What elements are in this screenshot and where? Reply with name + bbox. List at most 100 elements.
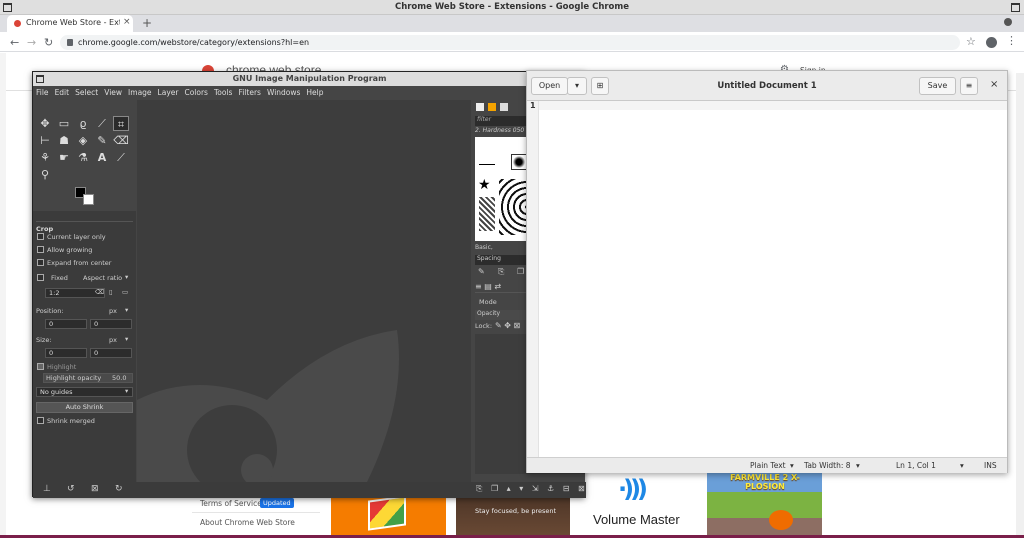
- fuzzy-select-tool-icon[interactable]: ⟋: [94, 116, 110, 131]
- reset-options-icon[interactable]: ↻: [115, 484, 123, 494]
- bookmark-star-icon[interactable]: ☆: [966, 35, 976, 48]
- extension-card-farmville[interactable]: FARMVILLE 2 X-PLOSION: [707, 472, 822, 538]
- position-y-field[interactable]: 0: [90, 319, 132, 329]
- menu-edit[interactable]: Edit: [52, 86, 73, 97]
- fonts-tab-icon[interactable]: [500, 103, 508, 111]
- allow-growing-checkbox[interactable]: [37, 246, 44, 253]
- address-bar[interactable]: chrome.google.com/webstore/category/exte…: [60, 35, 960, 50]
- background-color-swatch[interactable]: [83, 194, 94, 205]
- recent-dropdown-button[interactable]: ▾: [567, 77, 587, 95]
- dodge-tool-icon[interactable]: ⚗: [75, 150, 91, 165]
- brush-duplicate-icon[interactable]: ❐: [517, 267, 524, 276]
- brush-edit-icon[interactable]: ✎: [478, 267, 485, 276]
- menu-file[interactable]: File: [33, 86, 52, 97]
- menu-view[interactable]: View: [101, 86, 125, 97]
- save-options-icon[interactable]: ⊥: [43, 484, 51, 494]
- tab-width-selector[interactable]: Tab Width: 8: [804, 461, 851, 470]
- cursor-position[interactable]: Ln 1, Col 1: [896, 461, 936, 470]
- transform-tool-icon[interactable]: ⊢: [37, 133, 53, 148]
- brushes-tab-icon[interactable]: [476, 103, 484, 111]
- highlight-checkbox[interactable]: [37, 363, 44, 370]
- fixed-label: Fixed: [51, 274, 68, 282]
- text-editor-area[interactable]: 1: [527, 101, 1007, 457]
- open-button[interactable]: Open: [531, 77, 568, 95]
- menu-windows[interactable]: Windows: [264, 86, 303, 97]
- tab-search-icon[interactable]: [1004, 18, 1012, 26]
- page-right-scroll[interactable]: [1016, 73, 1024, 538]
- eraser-tool-icon[interactable]: ⌫: [113, 133, 129, 148]
- shrink-merged-checkbox[interactable]: [37, 417, 44, 424]
- current-layer-checkbox[interactable]: [37, 233, 44, 240]
- new-tab-button[interactable]: +: [142, 16, 152, 30]
- footer-terms-link[interactable]: Terms of Service: [200, 499, 262, 508]
- layer-actions-icons[interactable]: ⎘ ❐ ▴ ▾ ⇲ ⚓ ⊟ ⊠: [476, 484, 588, 494]
- kebab-menu-icon[interactable]: ⋮: [1006, 34, 1017, 47]
- tab-close-icon[interactable]: ×: [123, 17, 131, 27]
- tool-options-tabs[interactable]: [36, 213, 133, 222]
- smudge-tool-icon[interactable]: ☛: [56, 150, 72, 165]
- image-canvas[interactable]: [137, 100, 471, 482]
- chrome-window-title: Chrome Web Store - Extensions - Google C…: [394, 2, 630, 12]
- hamburger-menu-icon[interactable]: ≡: [960, 77, 978, 95]
- delete-options-icon[interactable]: ⊠: [91, 484, 99, 494]
- fixed-checkbox[interactable]: [37, 274, 44, 281]
- expand-center-checkbox[interactable]: [37, 259, 44, 266]
- rect-select-tool-icon[interactable]: ▭: [56, 116, 72, 131]
- auto-shrink-button[interactable]: Auto Shrink: [36, 402, 133, 413]
- position-unit-arrow-icon[interactable]: ▾: [125, 306, 128, 314]
- warp-tool-icon[interactable]: ☗: [56, 133, 72, 148]
- brush-preset-select[interactable]: Basic,: [475, 244, 493, 251]
- menu-tools[interactable]: Tools: [211, 86, 235, 97]
- browser-tab[interactable]: Chrome Web Store - Extension ×: [7, 15, 133, 32]
- lock-pixels-icon[interactable]: ✎ ✥ ⊠: [495, 321, 520, 330]
- menu-help[interactable]: Help: [303, 86, 326, 97]
- move-tool-icon[interactable]: ✥: [37, 116, 53, 131]
- window-menu-icon-right[interactable]: [1011, 3, 1020, 12]
- position-unit-select[interactable]: px: [109, 307, 117, 315]
- brush-new-icon[interactable]: ⎘: [498, 267, 504, 277]
- menu-image[interactable]: Image: [125, 86, 155, 97]
- extension-card-volume[interactable]: ·))) Volume Master: [581, 472, 696, 538]
- footer-about-link[interactable]: About Chrome Web Store: [200, 518, 295, 527]
- restore-options-icon[interactable]: ↺: [67, 484, 75, 494]
- menu-colors[interactable]: Colors: [181, 86, 211, 97]
- portrait-icon[interactable]: ▯: [109, 288, 113, 296]
- size-h-field[interactable]: 0: [90, 348, 132, 358]
- gedit-headerbar: Open ▾ ⊞ Untitled Document 1 Save ≡ ×: [527, 71, 1007, 101]
- zoom-tool-icon[interactable]: ⚲: [37, 167, 53, 182]
- language-arrow-icon[interactable]: ▾: [790, 461, 794, 470]
- size-unit-select[interactable]: px: [109, 336, 117, 344]
- menu-filters[interactable]: Filters: [235, 86, 263, 97]
- forward-icon[interactable]: →: [27, 36, 36, 49]
- gimp-titlebar: GNU Image Manipulation Program: [33, 72, 586, 86]
- size-unit-arrow-icon[interactable]: ▾: [125, 335, 128, 343]
- menu-layer[interactable]: Layer: [155, 86, 182, 97]
- guides-dropdown-arrow-icon[interactable]: ▾: [125, 387, 128, 395]
- color-picker-tool-icon[interactable]: ⟋: [113, 150, 129, 165]
- crop-tool-icon[interactable]: ⌗: [113, 116, 129, 131]
- selected-brush[interactable]: [511, 154, 527, 170]
- new-tab-button[interactable]: ⊞: [591, 77, 609, 95]
- lasso-tool-icon[interactable]: ϱ: [75, 116, 91, 131]
- aspect-ratio-dropdown[interactable]: Aspect ratio: [83, 274, 122, 282]
- reload-icon[interactable]: ↻: [44, 36, 53, 49]
- aspect-dropdown-arrow-icon[interactable]: ▾: [125, 273, 128, 281]
- save-button[interactable]: Save: [919, 77, 956, 95]
- language-selector[interactable]: Plain Text: [750, 461, 786, 470]
- position-arrow-icon[interactable]: ▾: [960, 461, 964, 470]
- landscape-icon[interactable]: ▭: [122, 288, 128, 296]
- paintbrush-tool-icon[interactable]: ✎: [94, 133, 110, 148]
- patterns-tab-icon[interactable]: [488, 103, 496, 111]
- size-w-field[interactable]: 0: [45, 348, 87, 358]
- menu-select[interactable]: Select: [72, 86, 101, 97]
- position-x-field[interactable]: 0: [45, 319, 87, 329]
- guides-dropdown[interactable]: No guides: [36, 387, 133, 397]
- ratio-clear-icon[interactable]: ⌫: [95, 288, 104, 296]
- tab-width-arrow-icon[interactable]: ▾: [856, 461, 860, 470]
- clone-tool-icon[interactable]: ⚘: [37, 150, 53, 165]
- bucket-fill-tool-icon[interactable]: ◈: [75, 133, 91, 148]
- profile-icon[interactable]: [986, 37, 997, 48]
- text-tool-icon[interactable]: A: [94, 150, 110, 165]
- back-icon[interactable]: ←: [10, 36, 19, 49]
- close-window-icon[interactable]: ×: [990, 79, 998, 90]
